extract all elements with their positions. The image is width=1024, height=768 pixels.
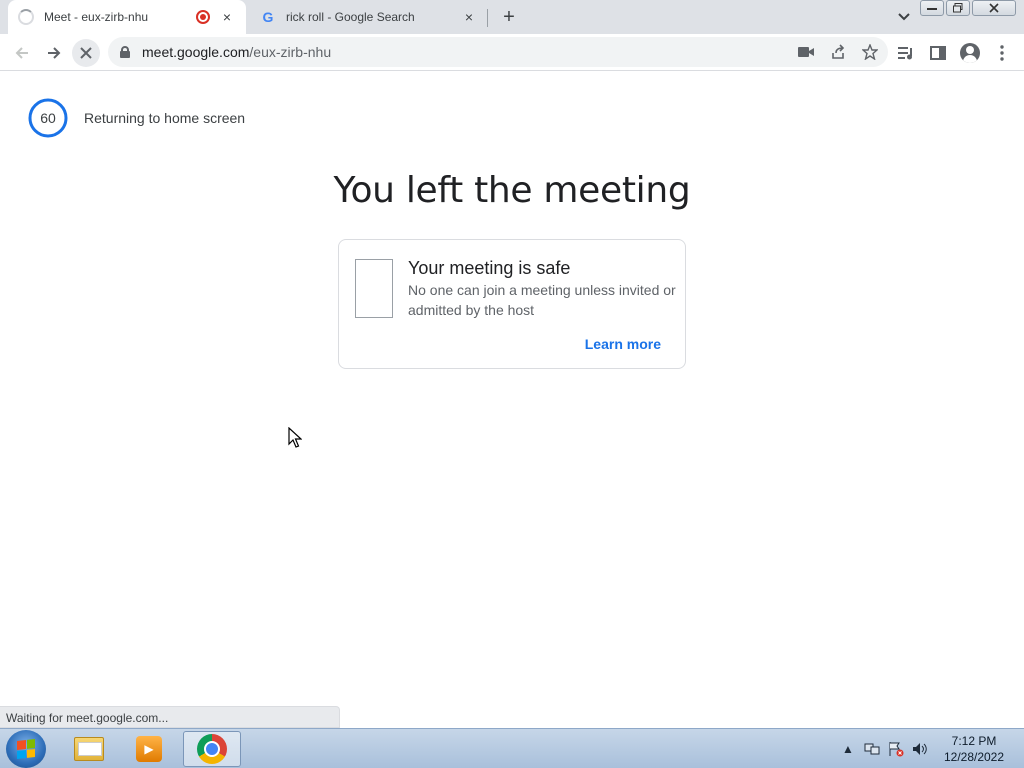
- bookmark-star-icon[interactable]: [860, 42, 880, 62]
- url-host: meet.google.com: [142, 44, 250, 60]
- tab-meet[interactable]: Meet - eux-zirb-nhu ×: [8, 0, 246, 34]
- countdown-value: 60: [40, 110, 56, 126]
- system-tray: ▲: [840, 735, 928, 763]
- card-body: No one can join a meeting unless invited…: [408, 282, 676, 318]
- volume-icon[interactable]: [912, 741, 928, 757]
- start-button[interactable]: [6, 730, 46, 768]
- media-player-icon: ▶: [136, 736, 162, 762]
- profile-avatar[interactable]: [958, 39, 982, 67]
- browser-toolbar: meet.google.com/eux-zirb-nhu: [0, 34, 1024, 71]
- back-button[interactable]: [8, 39, 36, 67]
- status-bubble: Waiting for meet.google.com...: [0, 706, 340, 728]
- card-title: Your meeting is safe: [408, 258, 571, 278]
- windows-taskbar: ▶ ▲ 7:12 PM 12/28/2022: [0, 728, 1024, 768]
- countdown-timer: 60: [28, 98, 68, 138]
- camera-icon[interactable]: [796, 42, 816, 62]
- close-tab-icon[interactable]: ×: [460, 8, 478, 26]
- share-icon[interactable]: [828, 42, 848, 62]
- network-icon[interactable]: [864, 741, 880, 757]
- taskbar-media-player[interactable]: ▶: [120, 731, 178, 767]
- side-panel-icon[interactable]: [926, 39, 950, 67]
- loading-spinner-icon: [18, 9, 34, 25]
- window-controls: [918, 0, 1016, 16]
- system-clock[interactable]: 7:12 PM 12/28/2022: [936, 733, 1012, 765]
- avatar-icon: [960, 43, 980, 63]
- omnibox-actions: [796, 42, 880, 62]
- shield-illustration: [355, 259, 393, 318]
- url-text: meet.google.com/eux-zirb-nhu: [142, 44, 331, 60]
- taskbar-explorer[interactable]: [60, 731, 118, 767]
- recording-icon: [196, 10, 210, 24]
- learn-more-link[interactable]: Learn more: [585, 336, 661, 352]
- close-tab-icon[interactable]: ×: [218, 8, 236, 26]
- address-bar[interactable]: meet.google.com/eux-zirb-nhu: [108, 37, 888, 67]
- media-controls-icon[interactable]: [894, 39, 918, 67]
- new-tab-button[interactable]: +: [498, 6, 520, 28]
- returning-text: Returning to home screen: [84, 110, 246, 126]
- page-title: You left the meeting: [333, 170, 691, 211]
- stop-loading-button[interactable]: [72, 39, 100, 67]
- tab-title: rick roll - Google Search: [286, 10, 415, 24]
- clock-date: 12/28/2022: [943, 750, 1005, 764]
- clock-time: 7:12 PM: [951, 734, 997, 748]
- mouse-cursor-icon: [288, 426, 303, 454]
- tab-search-chevron-icon[interactable]: [894, 8, 914, 26]
- tab-google-search[interactable]: G rick roll - Google Search ×: [250, 0, 488, 34]
- close-window-button[interactable]: [972, 0, 1016, 16]
- action-center-flag-icon[interactable]: [888, 741, 904, 757]
- toolbar-right: [894, 39, 1014, 67]
- taskbar-chrome[interactable]: [183, 731, 241, 767]
- menu-kebab-icon[interactable]: [990, 39, 1014, 67]
- tab-strip: Meet - eux-zirb-nhu × G rick roll - Goog…: [0, 0, 1024, 34]
- lock-icon[interactable]: [120, 46, 130, 58]
- forward-button[interactable]: [40, 39, 68, 67]
- show-hidden-icons-icon[interactable]: ▲: [840, 741, 856, 757]
- google-favicon-icon: G: [262, 9, 274, 25]
- tab-title: Meet - eux-zirb-nhu: [44, 10, 149, 24]
- tab-divider: [487, 9, 488, 27]
- url-path: /eux-zirb-nhu: [249, 44, 332, 60]
- chrome-icon: [197, 734, 227, 764]
- restore-button[interactable]: [946, 0, 970, 16]
- minimize-button[interactable]: [920, 0, 944, 16]
- windows-logo-icon: [17, 739, 35, 759]
- folder-icon: [74, 737, 104, 761]
- safety-card: Your meeting is safe No one can join a m…: [338, 239, 686, 369]
